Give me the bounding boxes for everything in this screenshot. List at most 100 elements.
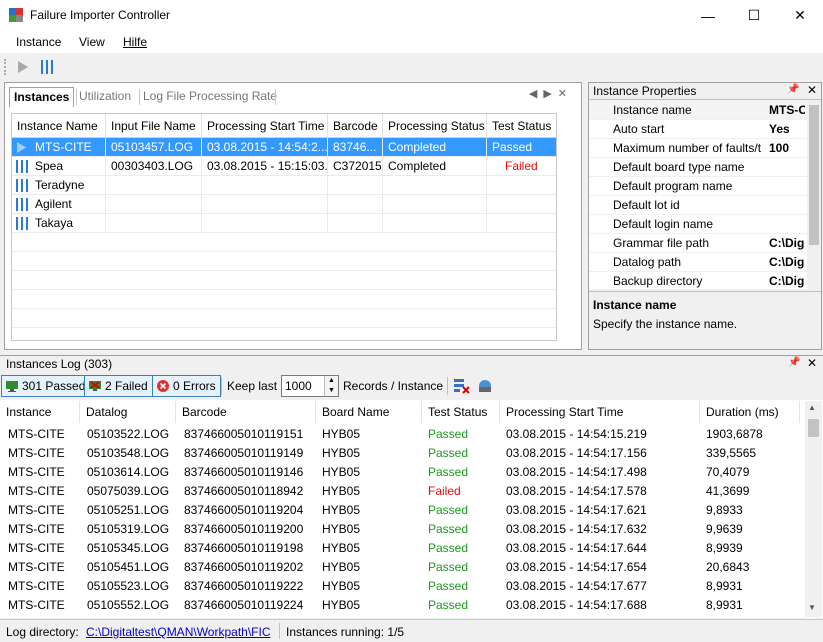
col-test-status[interactable]: Test Status (487, 114, 556, 138)
log-barcode: 837466005010118942 (184, 484, 304, 498)
prop-row-default-login[interactable]: Default login name (589, 215, 807, 234)
app-icon (9, 8, 23, 22)
log-directory-link[interactable]: C:\Digitaltest\QMAN\Workpath\FIC (86, 625, 271, 639)
property-description: Instance name Specify the instance name. (589, 291, 821, 349)
col-processing-start-time[interactable]: Processing Start Time (500, 401, 700, 423)
processing-start-time (202, 176, 328, 195)
menu-instance[interactable]: Instance (16, 35, 61, 49)
log-duration: 41,3699 (706, 484, 750, 498)
col-processing-status[interactable]: Processing Status (383, 114, 487, 138)
processing-status (383, 195, 487, 214)
scroll-up-icon[interactable]: ▲ (808, 403, 816, 412)
log-row[interactable]: MTS-CITE 05075039.LOG 837466005010118942 HY… (0, 482, 805, 501)
instance-row-spea[interactable]: Spea 00303403.LOG 03.08.2015 - 15:15:03.… (12, 157, 556, 176)
close-icon[interactable]: ✕ (807, 83, 817, 97)
log-scrollbar[interactable]: ▲ ▼ (805, 401, 822, 617)
prop-row-default-lot-id[interactable]: Default lot id (589, 196, 807, 215)
col-processing-start-time[interactable]: Processing Start Time (202, 114, 328, 138)
col-instance-name[interactable]: Instance Name (12, 114, 106, 138)
instance-row-teradyne[interactable]: Teradyne (12, 176, 556, 195)
log-row[interactable]: MTS-CITE 05103522.LOG 837466005010119151 HY… (0, 425, 805, 444)
errors-filter-button[interactable]: 0 Errors (152, 375, 221, 397)
log-datalog: 05103614.LOG (87, 465, 170, 479)
empty-row (12, 309, 556, 328)
scrollbar-thumb[interactable] (809, 105, 819, 245)
toolbar-grip[interactable] (4, 59, 6, 75)
export-log-icon[interactable] (476, 377, 494, 395)
col-datalog[interactable]: Datalog (80, 401, 176, 423)
col-board-name[interactable]: Board Name (316, 401, 422, 423)
log-processing-start-time: 03.08.2015 - 14:54:17.677 (506, 579, 647, 593)
col-input-file-name[interactable]: Input File Name (106, 114, 202, 138)
log-row[interactable]: MTS-CITE 05105451.LOG 837466005010119202 HY… (0, 558, 805, 577)
failed-filter-button[interactable]: 2 Failed (84, 375, 153, 397)
instance-row-mts-cite[interactable]: MTS-CITE 05103457.LOG 03.08.2015 - 14:54… (12, 138, 556, 157)
prop-row-grammar-file-path[interactable]: Grammar file path C:\Dig (589, 234, 807, 253)
passed-filter-button[interactable]: 301 Passed (1, 375, 91, 397)
menu-view[interactable]: View (79, 35, 105, 49)
log-board-name: HYB05 (322, 560, 361, 574)
close-button[interactable]: ✕ (777, 0, 823, 31)
maximize-button[interactable]: ☐ (731, 0, 777, 31)
menu-hilfe[interactable]: Hilfe (123, 35, 147, 49)
prop-value: C:\Dig (769, 236, 805, 250)
scrollbar-thumb[interactable] (808, 419, 819, 437)
log-board-name: HYB05 (322, 446, 361, 460)
prop-row-auto-start[interactable]: Auto start Yes (589, 120, 807, 139)
close-icon[interactable]: ✕ (807, 356, 817, 370)
prop-row-backup-directory[interactable]: Backup directory C:\Dig (589, 272, 807, 289)
log-row[interactable]: MTS-CITE 05105251.LOG 837466005010119204 HY… (0, 501, 805, 520)
log-directory-label: Log directory: (6, 625, 79, 639)
instance-row-takaya[interactable]: Takaya (12, 214, 556, 233)
play-icon[interactable] (16, 59, 30, 75)
scroll-down-icon[interactable]: ▼ (808, 603, 816, 612)
log-board-name: HYB05 (322, 541, 361, 555)
minimize-button[interactable]: — (685, 0, 731, 31)
instance-bars-icon[interactable] (40, 59, 54, 75)
log-row[interactable]: MTS-CITE 05103614.LOG 837466005010119146 HY… (0, 463, 805, 482)
prop-row-instance-name[interactable]: Instance name MTS-C (589, 101, 807, 120)
log-instance: MTS-CITE (8, 484, 65, 498)
log-instance: MTS-CITE (8, 465, 65, 479)
log-row[interactable]: MTS-CITE 05105319.LOG 837466005010119200 HY… (0, 520, 805, 539)
tab-scroll-close-controls[interactable]: ◀▶✕ (529, 87, 573, 100)
pin-icon[interactable]: 📌 (787, 84, 799, 95)
prop-row-default-program[interactable]: Default program name (589, 177, 807, 196)
log-instance: MTS-CITE (8, 446, 65, 460)
log-barcode: 837466005010119146 (184, 465, 304, 479)
log-duration: 20,6843 (706, 560, 750, 574)
empty-row (12, 290, 556, 309)
log-board-name: HYB05 (322, 522, 361, 536)
log-datalog: 05103522.LOG (87, 427, 170, 441)
log-instance: MTS-CITE (8, 560, 65, 574)
prop-row-default-board-type[interactable]: Default board type name (589, 158, 807, 177)
col-barcode[interactable]: Barcode (328, 114, 383, 138)
tab-instances[interactable]: Instances (9, 87, 75, 107)
tab-log-file-processing-rate[interactable]: Log File Processing Rate (139, 87, 281, 107)
col-instance[interactable]: Instance (0, 401, 80, 423)
log-row[interactable]: MTS-CITE 05105523.LOG 837466005010119222 HY… (0, 577, 805, 596)
prop-row-max-faults[interactable]: Maximum number of faults/t 100 (589, 139, 807, 158)
log-row[interactable]: MTS-CITE 05105552.LOG 837466005010119224 HY… (0, 596, 805, 615)
prop-row-datalog-path[interactable]: Datalog path C:\Dig (589, 253, 807, 272)
stepper-arrows-icon[interactable]: ▲ ▼ (324, 376, 338, 396)
properties-scrollbar[interactable] (807, 101, 821, 289)
tab-utilization[interactable]: Utilization (75, 87, 135, 107)
log-row[interactable]: MTS-CITE 05103548.LOG 837466005010119149 HY… (0, 444, 805, 463)
instance-bars-icon (16, 217, 28, 230)
clear-log-icon[interactable] (453, 378, 471, 394)
col-barcode[interactable]: Barcode (176, 401, 316, 423)
col-test-status[interactable]: Test Status (422, 401, 500, 423)
instance-row-agilent[interactable]: Agilent (12, 195, 556, 214)
keep-last-stepper[interactable]: 1000 ▲ ▼ (281, 375, 339, 397)
log-test-status: Passed (428, 579, 469, 593)
pin-icon[interactable]: 📌 (788, 357, 800, 368)
log-datalog: 05105451.LOG (87, 560, 170, 574)
log-test-status: Passed (428, 541, 469, 555)
col-duration[interactable]: Duration (ms) (700, 401, 800, 423)
status-bar: Log directory: C:\Digitaltest\QMAN\Workp… (0, 619, 823, 642)
log-row[interactable]: MTS-CITE 05105345.LOG 837466005010119198 HY… (0, 539, 805, 558)
input-file-name: 00303403.LOG (106, 157, 202, 176)
log-barcode: 837466005010119198 (184, 541, 304, 555)
properties-header: Instance Properties 📌 ✕ (589, 83, 821, 100)
